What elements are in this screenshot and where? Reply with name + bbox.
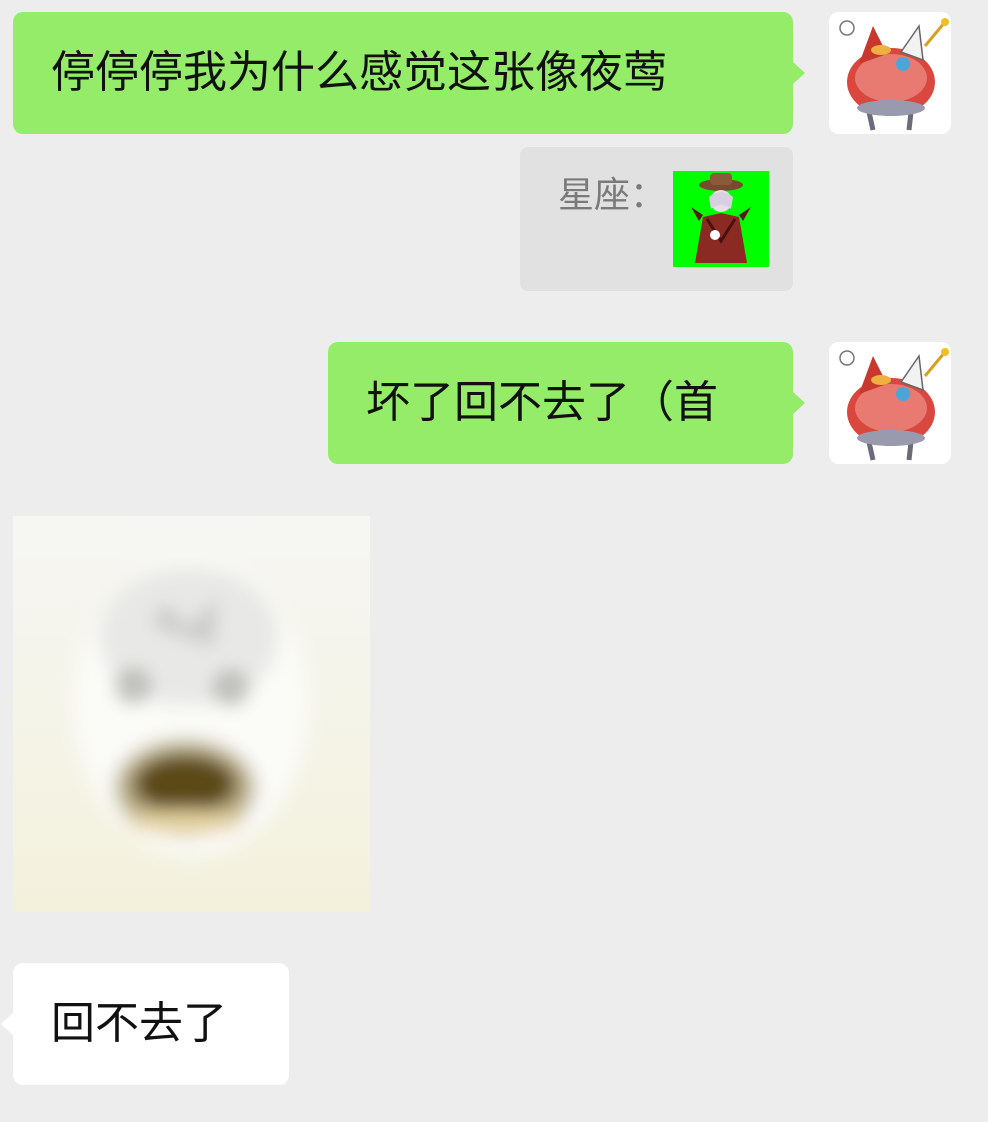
self-avatar[interactable] [829,342,951,464]
message-text: 停停停我为什么感觉这张像夜莺 [51,47,667,98]
quoted-message[interactable]: 星座： [520,147,793,291]
bubble-tail [1,1012,14,1036]
sticker-image[interactable] [13,516,370,912]
message-text: 坏了回不去了（首 [366,377,718,428]
avatar-image [829,12,951,134]
avatar-image [829,342,951,464]
chat-bubble-outgoing[interactable]: 停停停我为什么感觉这张像夜莺 [13,12,805,134]
shocked-face-sticker [13,516,370,912]
character-image [673,171,769,267]
self-avatar[interactable] [829,12,951,134]
bubble-tail [792,61,805,85]
quoted-sender: 星座： [558,175,667,216]
chat-bubble-incoming[interactable]: 回不去了 [1,963,289,1085]
bubble-tail [792,391,805,415]
quoted-image-thumbnail[interactable] [673,171,769,267]
chat-bubble-outgoing[interactable]: 坏了回不去了（首 [328,342,805,464]
message-text: 回不去了 [51,998,227,1049]
